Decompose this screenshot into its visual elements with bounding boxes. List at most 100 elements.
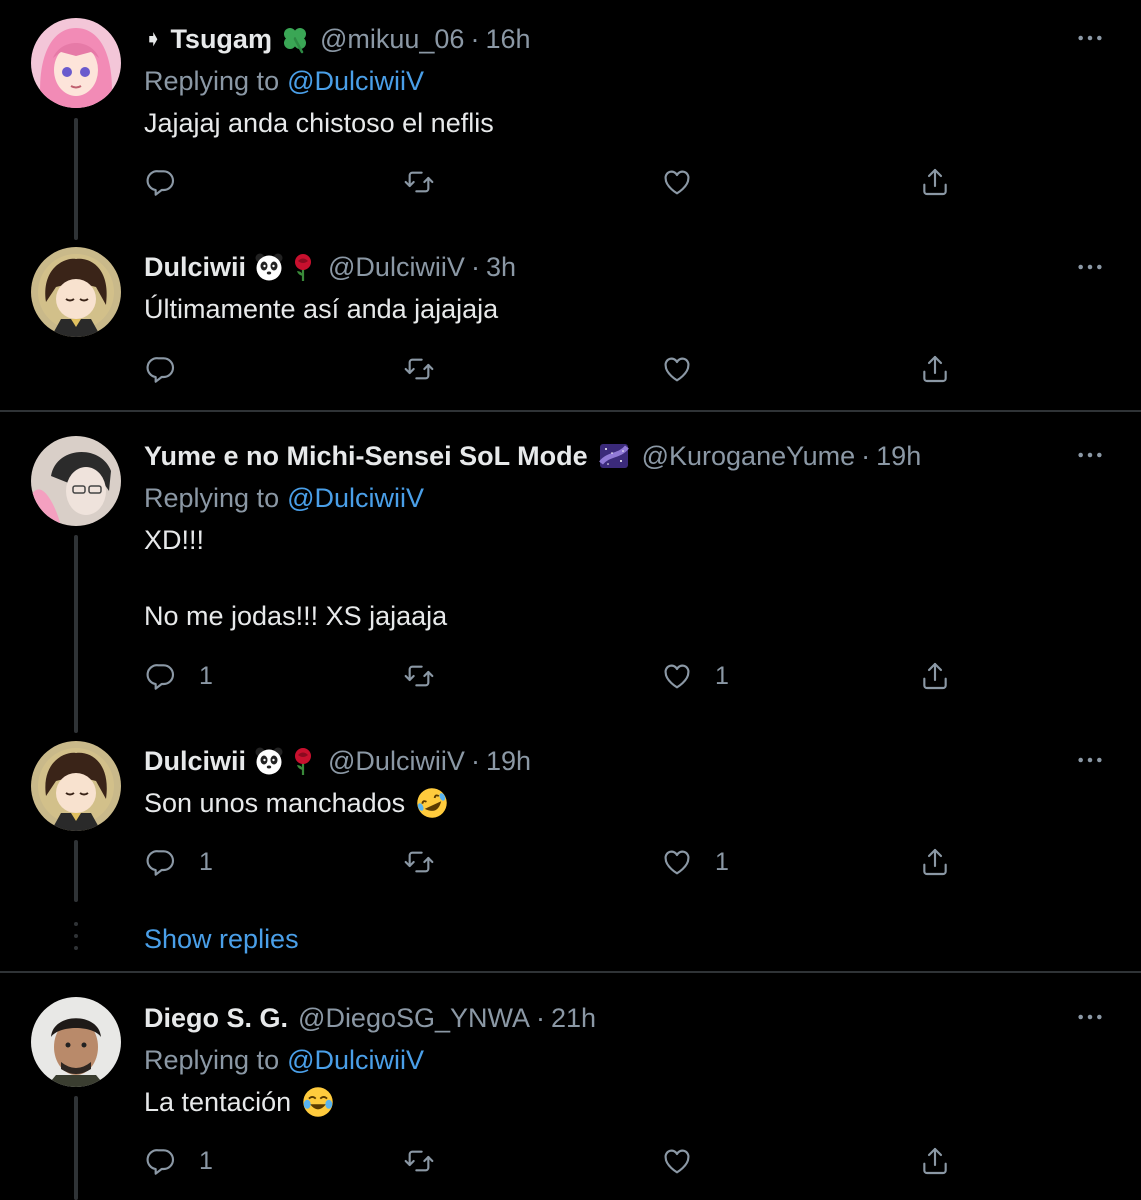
timestamp[interactable]: 19h (876, 437, 921, 475)
avatar[interactable] (31, 436, 121, 526)
timestamp[interactable]: 19h (486, 742, 531, 780)
avatar[interactable] (31, 997, 121, 1087)
reply-icon (145, 353, 177, 385)
replying-to-label: Replying to (144, 483, 280, 513)
more-options-icon[interactable] (1074, 439, 1106, 471)
replying-to-mention[interactable]: @DulciwiiV (287, 483, 424, 513)
rose-icon (288, 746, 318, 776)
reply-count: 1 (199, 661, 213, 690)
separator-dot: · (470, 746, 480, 776)
separator-dot: · (536, 1003, 546, 1033)
tweet-text-line: XD!!! (144, 525, 205, 555)
tweet-text-line: No me jodas!!! XS jajaaja (144, 601, 448, 631)
face-with-tears-of-joy-icon (301, 1085, 335, 1119)
tweet-text: Son unos manchados (144, 788, 406, 818)
separator-dot: · (470, 252, 480, 282)
tweet-text: Últimamente así anda jajajaja (144, 294, 499, 324)
share-button[interactable] (919, 658, 951, 694)
display-name[interactable]: Dulciwii (144, 742, 246, 780)
share-button[interactable] (919, 164, 951, 200)
retweet-button[interactable] (403, 351, 457, 387)
reply-button[interactable]: 1 (145, 1143, 213, 1179)
tweet-text-container: Son unos manchados (144, 784, 449, 822)
share-icon (919, 166, 951, 198)
retweet-icon (403, 166, 435, 198)
heart-icon (661, 353, 693, 385)
user-handle[interactable]: @DulciwiiV (328, 248, 465, 286)
display-name[interactable]: Tsugaɱ (170, 20, 272, 58)
replying-to: Replying to @DulciwiiV (144, 479, 424, 517)
thread-line (74, 535, 78, 733)
replying-to-mention[interactable]: @DulciwiiV (287, 1045, 424, 1075)
like-button[interactable] (661, 351, 715, 387)
tweet-text: La tentación (144, 1087, 292, 1117)
divider (0, 971, 1141, 973)
like-button[interactable] (661, 1143, 715, 1179)
timestamp[interactable]: 21h (551, 999, 596, 1037)
user-handle[interactable]: @DiegoSG_YNWA (298, 999, 530, 1037)
like-button[interactable]: 1 (661, 658, 729, 694)
like-button[interactable] (661, 164, 715, 200)
replying-to-label: Replying to (144, 1045, 280, 1075)
tweet-header: Yume e no Michi-Sensei SoL Mode @Kurogan… (144, 437, 921, 475)
tweet-header: Diego S. G. @DiegoSG_YNWA · 21h (144, 999, 596, 1037)
like-button[interactable]: 1 (661, 844, 729, 880)
reply-icon (145, 846, 177, 878)
separator-dot: · (470, 24, 480, 54)
replying-to-mention[interactable]: @DulciwiiV (287, 66, 424, 96)
share-icon (919, 1145, 951, 1177)
reply-button[interactable]: 1 (145, 844, 213, 880)
heart-icon (661, 1145, 693, 1177)
heart-icon (661, 166, 693, 198)
separator-dot: · (861, 441, 871, 471)
heart-icon (661, 660, 693, 692)
replying-to: Replying to @DulciwiiV (144, 62, 424, 100)
more-options-icon[interactable] (1074, 1001, 1106, 1033)
retweet-button[interactable] (403, 1143, 457, 1179)
timestamp[interactable]: 16h (485, 20, 530, 58)
timestamp[interactable]: 3h (486, 248, 516, 286)
avatar[interactable] (31, 18, 121, 108)
reply-icon (145, 660, 177, 692)
user-handle[interactable]: @KuroganeYume (642, 437, 856, 475)
share-button[interactable] (919, 844, 951, 880)
panda-icon (254, 746, 284, 776)
divider (0, 410, 1141, 412)
retweet-icon (403, 846, 435, 878)
share-button[interactable] (919, 351, 951, 387)
retweet-button[interactable] (403, 164, 457, 200)
avatar[interactable] (31, 741, 121, 831)
tweet-header: Dulciwii @DulciwiiV · 3h (144, 248, 516, 286)
more-options-icon[interactable] (1074, 251, 1106, 283)
user-handle[interactable]: @mikuu_06 (320, 20, 464, 58)
more-options-icon[interactable] (1074, 744, 1106, 776)
share-icon (919, 353, 951, 385)
display-name[interactable]: Yume e no Michi-Sensei SoL Mode (144, 437, 588, 475)
retweet-button[interactable] (403, 658, 457, 694)
user-handle[interactable]: @DulciwiiV (328, 742, 465, 780)
milky-way-icon (596, 441, 632, 471)
like-count: 1 (715, 847, 729, 876)
share-button[interactable] (919, 1143, 951, 1179)
reply-button[interactable] (145, 164, 199, 200)
show-replies-link[interactable]: Show replies (144, 920, 299, 958)
thread-continuation-dots (74, 922, 78, 958)
retweet-button[interactable] (403, 844, 457, 880)
avatar[interactable] (31, 247, 121, 337)
reply-button[interactable]: 1 (145, 658, 213, 694)
display-name[interactable]: Diego S. G. (144, 999, 288, 1037)
more-options-icon[interactable] (1074, 22, 1106, 54)
display-name[interactable]: Dulciwii (144, 248, 246, 286)
tweet-header: Dulciwii @DulciwiiV · 19h (144, 742, 531, 780)
thread-line (74, 1096, 78, 1200)
panda-icon (254, 252, 284, 282)
thread-line (74, 840, 78, 902)
tweet-header: ➧ Tsugaɱ @mikuu_06 · 16h (144, 20, 531, 58)
reply-button[interactable] (145, 351, 199, 387)
share-icon (919, 660, 951, 692)
replying-to: Replying to @DulciwiiV (144, 1041, 424, 1079)
tweet-text-container: La tentación (144, 1083, 335, 1121)
retweet-icon (403, 660, 435, 692)
retweet-icon (403, 353, 435, 385)
like-count: 1 (715, 661, 729, 690)
